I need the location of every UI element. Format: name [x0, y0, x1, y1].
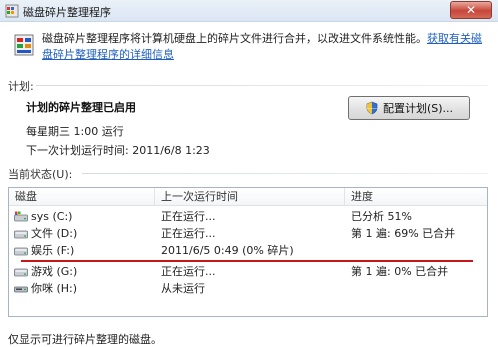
configure-schedule-button[interactable]: 配置计划(S)... [348, 96, 470, 120]
status-separator [82, 173, 488, 174]
drive-icon [14, 247, 28, 256]
disk-progress: 第 1 遍: 0% 已合并 [351, 265, 449, 278]
disk-row[interactable]: 文件 (D:) 正在运行... 第 1 遍: 69% 已合并 [9, 225, 487, 242]
drive-icon [14, 230, 28, 239]
column-header-progress[interactable]: 进度 [345, 188, 487, 206]
footer-note: 仅显示可进行碎片整理的磁盘。 [8, 333, 162, 346]
disk-last-run: 正在运行... [161, 265, 216, 278]
column-header-last-run[interactable]: 上一次运行时间 [155, 188, 345, 206]
disk-last-run: 从未运行 [161, 282, 205, 295]
disk-row[interactable]: 你咪 (H:) 从未运行 [9, 280, 487, 297]
close-button[interactable]: ✕ [450, 1, 492, 19]
removable-drive-icon [14, 286, 28, 293]
schedule-section-label: 计划: [8, 80, 34, 93]
drive-icon [14, 268, 28, 277]
schedule-frequency: 每星期三 1:00 运行 [26, 125, 124, 138]
current-status-label: 当前状态(U): [8, 168, 73, 181]
title-bar: 磁盘碎片整理程序 ✕ [0, 0, 498, 22]
disk-last-run: 正在运行... [161, 227, 216, 240]
disk-name: 娱乐 (F:) [31, 244, 75, 257]
disk-progress: 已分析 51% [351, 210, 412, 223]
disk-last-run: 正在运行... [161, 210, 216, 223]
window-title: 磁盘碎片整理程序 [23, 6, 111, 19]
column-header-disk[interactable]: 磁盘 [9, 188, 155, 206]
schedule-status: 计划的碎片整理已启用 [26, 101, 136, 114]
disk-name: sys (C:) [31, 210, 73, 223]
disk-name: 游戏 (G:) [31, 265, 78, 278]
defrag-app-icon [5, 4, 19, 18]
schedule-separator [36, 85, 488, 86]
disk-row[interactable]: 娱乐 (F:) 2011/6/5 0:49 (0% 碎片) [9, 242, 487, 259]
windows-drive-icon [14, 211, 28, 222]
disk-name: 你咪 (H:) [31, 282, 78, 295]
intro-description: 磁盘碎片整理程序将计算机硬盘上的碎片文件进行合并，以改进文件系统性能。获取有关磁… [42, 31, 492, 63]
disk-name: 文件 (D:) [31, 227, 78, 240]
configure-schedule-label: 配置计划(S)... [382, 102, 454, 115]
disk-progress: 第 1 遍: 69% 已合并 [351, 227, 456, 240]
schedule-next-run: 下一次计划运行时间: 2011/6/8 1:23 [26, 144, 210, 157]
shield-icon [366, 101, 378, 115]
defrag-large-icon [14, 34, 34, 56]
disk-row[interactable]: sys (C:) 正在运行... 已分析 51% [9, 208, 487, 225]
intro-text: 磁盘碎片整理程序将计算机硬盘上的碎片文件进行合并，以改进文件系统性能。 [42, 32, 427, 45]
disk-list[interactable]: 磁盘 上一次运行时间 进度 sys (C:) 正在运行... 已分析 51% 文… [8, 187, 488, 317]
disk-row[interactable]: 游戏 (G:) 正在运行... 第 1 遍: 0% 已合并 [9, 263, 487, 280]
disk-last-run: 2011/6/5 0:49 (0% 碎片) [161, 244, 294, 257]
disk-list-header: 磁盘 上一次运行时间 进度 [9, 188, 487, 206]
annotation-underline [21, 260, 473, 262]
